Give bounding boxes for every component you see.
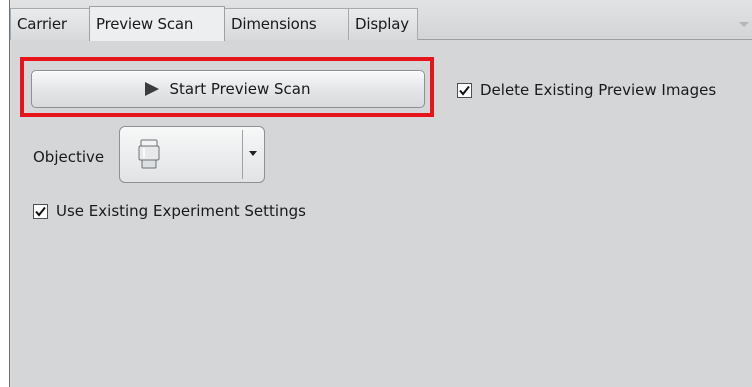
play-icon [145,82,160,96]
objective-dropdown[interactable] [119,126,265,183]
dropdown-separator [242,130,243,179]
checkmark-icon [459,85,470,96]
tab-preview-scan[interactable]: Preview Scan [89,6,225,41]
delete-existing-preview-images-checkbox[interactable] [457,83,472,98]
tab-dimensions[interactable]: Dimensions [224,8,349,40]
start-preview-scan-button[interactable]: Start Preview Scan [31,70,425,108]
use-existing-experiment-settings-checkbox[interactable] [33,204,48,219]
objective-lens-icon [138,139,160,169]
chevron-down-icon[interactable] [249,151,257,156]
objective-label: Objective [33,148,105,166]
start-preview-scan-label: Start Preview Scan [169,80,311,98]
use-existing-experiment-settings-label: Use Existing Experiment Settings [56,202,306,220]
tab-overflow-icon[interactable] [739,22,749,27]
delete-existing-preview-images-label: Delete Existing Preview Images [480,81,717,99]
tab-display[interactable]: Display [348,8,418,40]
tab-carrier[interactable]: Carrier [10,8,90,40]
checkmark-icon [35,206,46,217]
tab-strip: Carrier Preview Scan Dimensions Display [10,0,752,41]
